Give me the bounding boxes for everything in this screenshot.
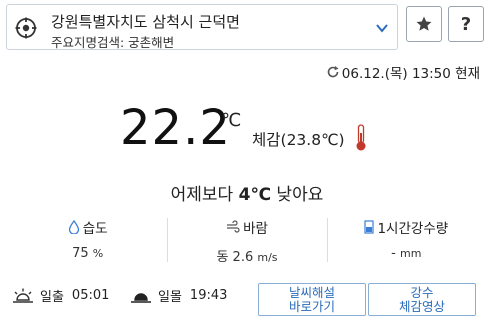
sunset-label: 일몰 (158, 290, 182, 305)
sunrise: 일출 05:01 (12, 286, 109, 305)
comparison-suffix: 낮아요 (271, 185, 324, 205)
wind-label: 바람 (243, 221, 268, 237)
chevron-down-icon[interactable] (375, 21, 389, 35)
favorite-button[interactable] (406, 6, 442, 42)
weather-explanation-button[interactable]: 날씨해설 바로가기 (258, 283, 366, 316)
wind-stat: 바람 동 2.6 m/s (167, 216, 326, 266)
location-selector[interactable]: 강원특별자치도 삼척시 근덕면 주요지명검색: 궁촌해변 (6, 4, 398, 50)
explain-line2: 바로가기 (288, 298, 335, 314)
humidity-label: 습도 (82, 221, 108, 237)
temperature-unit: ℃ (221, 110, 242, 131)
sunrise-time: 05:01 (71, 288, 110, 303)
rain-stat: 1시간강수량 - mm (326, 216, 486, 266)
help-icon: ? (460, 13, 472, 35)
sunset: 일몰 19:43 (130, 286, 227, 305)
wind-unit: m/s (257, 251, 278, 264)
weather-stats: 습도 75 % 바람 동 2.6 m/s 1시간강수량 - mm (8, 216, 486, 266)
thermometer-icon (356, 124, 366, 151)
precipitation-video-button[interactable]: 강수 체감영상 (368, 283, 476, 316)
location-title: 강원특별자치도 삼척시 근덕면 (51, 13, 240, 31)
yesterday-comparison: 어제보다 4℃ 낮아요 (0, 180, 494, 205)
wind-value: 동 2.6 (216, 250, 254, 265)
explain-line1: 날씨해설 (288, 284, 335, 300)
video-line1: 강수 (410, 284, 434, 300)
rain-value: - (391, 246, 396, 261)
update-time-text: 06.12.(목) 13:50 현재 (341, 66, 480, 82)
humidity-unit: % (92, 247, 104, 260)
update-time: 06.12.(목) 13:50 현재 (326, 62, 480, 82)
sunset-time: 19:43 (189, 288, 228, 303)
humidity-value: 75 (72, 246, 89, 261)
help-button[interactable]: ? (448, 6, 484, 42)
comparison-value: 4℃ (238, 185, 272, 205)
video-line2: 체감영상 (398, 298, 445, 314)
humidity-stat: 습도 75 % (8, 216, 167, 266)
comparison-prefix: 어제보다 (170, 185, 239, 205)
rain-gauge-icon (364, 220, 375, 234)
rain-unit: mm (400, 247, 422, 260)
refresh-icon[interactable] (326, 65, 340, 79)
sunrise-label: 일출 (40, 290, 64, 305)
feels-like: 체감(23.8℃) (252, 131, 345, 149)
sunset-icon (131, 292, 151, 303)
droplet-icon (68, 220, 79, 234)
star-icon (416, 16, 432, 31)
wind-icon (227, 220, 240, 233)
sunrise-icon (13, 288, 33, 303)
rain-label: 1시간강수량 (377, 221, 449, 237)
location-subtitle: 주요지명검색: 궁촌해변 (51, 35, 175, 50)
current-temperature: 22.2 (120, 100, 231, 156)
crosshair-icon (15, 17, 37, 39)
